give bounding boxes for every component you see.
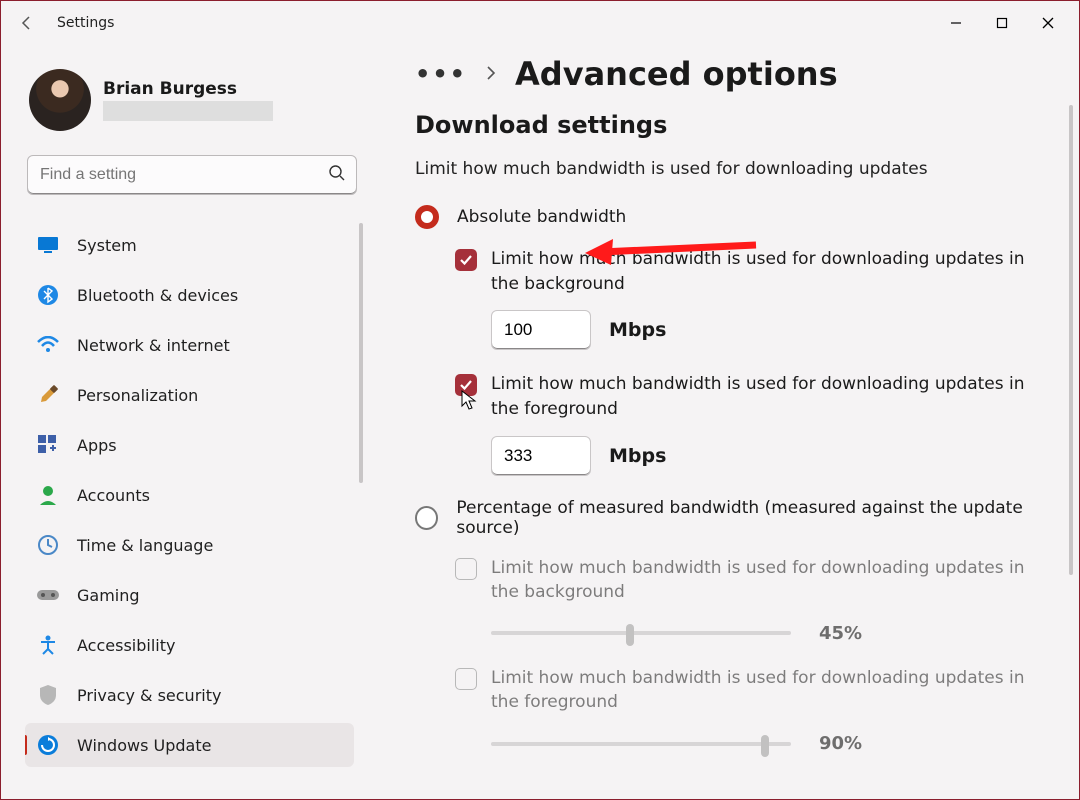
checkbox-label: Limit how much bandwidth is used for dow…: [491, 247, 1031, 296]
app-title: Settings: [57, 15, 114, 31]
sidebar-item-label: Bluetooth & devices: [77, 286, 238, 305]
user-name: Brian Burgess: [103, 79, 273, 99]
sidebar: Brian Burgess System Bluetooth & devices: [1, 45, 381, 799]
accessibility-icon: [37, 634, 59, 656]
search-input[interactable]: [38, 165, 328, 185]
checkbox-unchecked-icon: [455, 668, 477, 690]
annotation-arrow: [581, 229, 761, 269]
sidebar-item-label: Network & internet: [77, 336, 230, 355]
breadcrumb-ellipsis[interactable]: •••: [415, 60, 467, 88]
titlebar: Settings: [1, 1, 1079, 45]
search-box[interactable]: [27, 155, 357, 195]
sidebar-item-windows-update[interactable]: Windows Update: [25, 723, 354, 767]
slider-value: 90%: [819, 733, 862, 754]
checkbox-checked-icon: [455, 374, 477, 396]
checkbox-limit-foreground[interactable]: Limit how much bandwidth is used for dow…: [455, 372, 1071, 421]
sidebar-item-system[interactable]: System: [25, 223, 354, 267]
sidebar-item-label: Time & language: [77, 536, 213, 555]
sidebar-item-label: Personalization: [77, 386, 198, 405]
avatar: [29, 69, 91, 131]
gamepad-icon: [37, 584, 59, 606]
chevron-right-icon: [485, 65, 497, 84]
main-content: ••• Advanced options Download settings L…: [381, 45, 1079, 799]
sidebar-item-gaming[interactable]: Gaming: [25, 573, 354, 617]
sidebar-item-label: Privacy & security: [77, 686, 221, 705]
maximize-button[interactable]: [979, 6, 1025, 40]
sidebar-item-privacy[interactable]: Privacy & security: [25, 673, 354, 717]
sidebar-item-accessibility[interactable]: Accessibility: [25, 623, 354, 667]
section-heading: Download settings: [415, 111, 1071, 139]
window-controls: [933, 6, 1071, 40]
checkbox-label: Limit how much bandwidth is used for dow…: [491, 556, 1031, 605]
monitor-icon: [37, 234, 59, 256]
radio-absolute-bandwidth[interactable]: Absolute bandwidth: [415, 205, 1071, 229]
close-button[interactable]: [1025, 6, 1071, 40]
slider-value: 45%: [819, 623, 862, 644]
sidebar-item-label: Accounts: [77, 486, 150, 505]
checkbox-label: Limit how much bandwidth is used for dow…: [491, 666, 1031, 715]
person-icon: [37, 484, 59, 506]
radio-label: Absolute bandwidth: [457, 207, 626, 227]
checkbox-label: Limit how much bandwidth is used for dow…: [491, 372, 1031, 421]
page-title: Advanced options: [515, 55, 838, 93]
sidebar-item-personalization[interactable]: Personalization: [25, 373, 354, 417]
foreground-bandwidth-input[interactable]: [491, 436, 591, 476]
unit-label: Mbps: [609, 445, 666, 467]
sidebar-item-bluetooth[interactable]: Bluetooth & devices: [25, 273, 354, 317]
sidebar-item-accounts[interactable]: Accounts: [25, 473, 354, 517]
apps-icon: [37, 434, 59, 456]
radio-label: Percentage of measured bandwidth (measur…: [456, 498, 1071, 538]
paintbrush-icon: [37, 384, 59, 406]
sidebar-item-label: Accessibility: [77, 636, 175, 655]
breadcrumb: ••• Advanced options: [415, 55, 1071, 93]
shield-icon: [37, 684, 59, 706]
sidebar-item-apps[interactable]: Apps: [25, 423, 354, 467]
checkbox-checked-icon: [455, 249, 477, 271]
sidebar-item-label: Windows Update: [77, 736, 211, 755]
back-button[interactable]: [9, 5, 45, 41]
user-email-placeholder: [103, 101, 273, 121]
radio-selected-icon: [415, 205, 439, 229]
sidebar-item-label: Gaming: [77, 586, 140, 605]
unit-label: Mbps: [609, 319, 666, 341]
search-icon: [328, 164, 346, 186]
update-icon: [37, 734, 59, 756]
clock-globe-icon: [37, 534, 59, 556]
slider-background-pct: 45%: [491, 623, 1071, 644]
sidebar-item-label: Apps: [77, 436, 117, 455]
sidebar-item-network[interactable]: Network & internet: [25, 323, 354, 367]
nav: System Bluetooth & devices Network & int…: [25, 223, 363, 799]
user-info[interactable]: Brian Burgess: [25, 69, 363, 131]
section-description: Limit how much bandwidth is used for dow…: [415, 159, 1071, 179]
wifi-icon: [37, 334, 59, 356]
checkbox-limit-background[interactable]: Limit how much bandwidth is used for dow…: [455, 247, 1071, 296]
minimize-button[interactable]: [933, 6, 979, 40]
sidebar-item-time-language[interactable]: Time & language: [25, 523, 354, 567]
background-bandwidth-input[interactable]: [491, 310, 591, 350]
sidebar-item-label: System: [77, 236, 137, 255]
checkbox-limit-foreground-pct: Limit how much bandwidth is used for dow…: [455, 666, 1071, 715]
bluetooth-icon: [37, 284, 59, 306]
radio-percentage-bandwidth[interactable]: Percentage of measured bandwidth (measur…: [415, 498, 1071, 538]
checkbox-unchecked-icon: [455, 558, 477, 580]
slider-foreground-pct: 90%: [491, 733, 1071, 754]
checkbox-limit-background-pct: Limit how much bandwidth is used for dow…: [455, 556, 1071, 605]
radio-unselected-icon: [415, 506, 438, 530]
